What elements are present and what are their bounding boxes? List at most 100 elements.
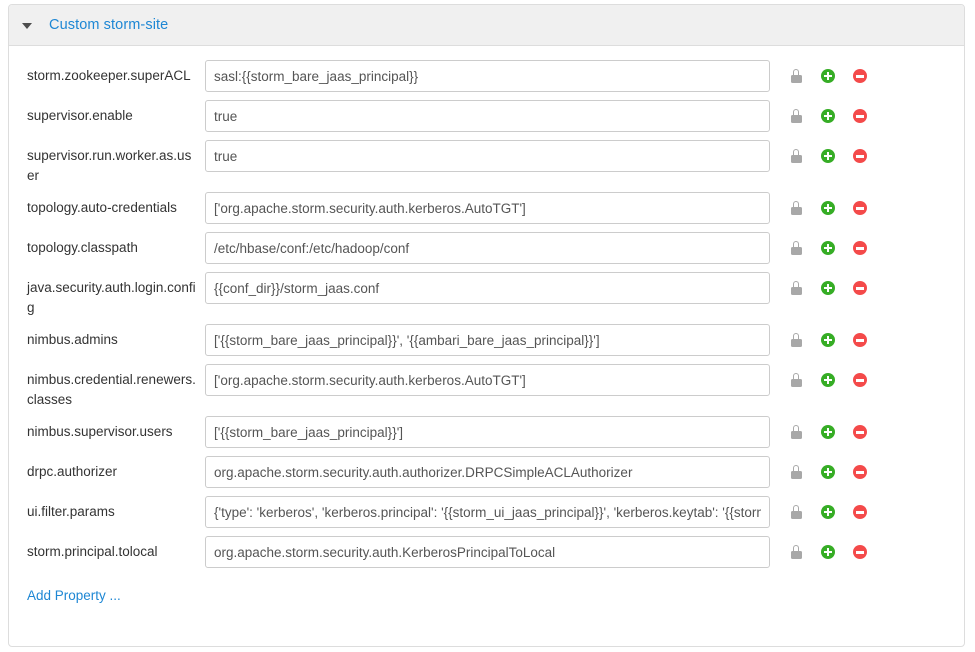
lock-slot — [780, 371, 812, 389]
lock-slot — [780, 543, 812, 561]
property-actions — [780, 100, 876, 125]
caret-down-icon[interactable] — [21, 18, 35, 32]
remove-slot — [844, 543, 876, 561]
add-circle-icon[interactable] — [821, 373, 835, 387]
property-row: nimbus.supervisor.users — [9, 416, 964, 450]
lock-slot — [780, 239, 812, 257]
add-circle-icon[interactable] — [821, 201, 835, 215]
lock-icon[interactable] — [791, 69, 802, 83]
remove-slot — [844, 331, 876, 349]
remove-slot — [844, 463, 876, 481]
property-value-wrapper — [205, 140, 770, 172]
add-property-link[interactable]: Add Property ... — [27, 588, 121, 603]
property-value-input[interactable] — [205, 232, 770, 264]
lock-slot — [780, 331, 812, 349]
lock-icon[interactable] — [791, 201, 802, 215]
remove-circle-icon[interactable] — [853, 425, 867, 439]
property-label: supervisor.run.worker.as.user — [27, 140, 205, 186]
remove-circle-icon[interactable] — [853, 505, 867, 519]
property-row: nimbus.credential.renewers.classes — [9, 364, 964, 410]
property-rows: storm.zookeeper.superACL supervisor.enabl… — [9, 60, 964, 570]
add-circle-icon[interactable] — [821, 69, 835, 83]
property-value-input[interactable] — [205, 364, 770, 396]
property-value-input[interactable] — [205, 324, 770, 356]
add-circle-icon[interactable] — [821, 241, 835, 255]
property-value-input[interactable] — [205, 60, 770, 92]
add-slot — [812, 463, 844, 481]
property-value-wrapper — [205, 456, 770, 488]
lock-slot — [780, 463, 812, 481]
add-circle-icon[interactable] — [821, 109, 835, 123]
remove-circle-icon[interactable] — [853, 149, 867, 163]
add-circle-icon[interactable] — [821, 425, 835, 439]
add-slot — [812, 239, 844, 257]
add-slot — [812, 331, 844, 349]
add-circle-icon[interactable] — [821, 333, 835, 347]
add-circle-icon[interactable] — [821, 505, 835, 519]
remove-circle-icon[interactable] — [853, 465, 867, 479]
property-label: storm.principal.tolocal — [27, 536, 205, 562]
remove-circle-icon[interactable] — [853, 373, 867, 387]
property-value-input[interactable] — [205, 192, 770, 224]
properties-list: storm.zookeeper.superACL supervisor.enabl… — [9, 46, 964, 603]
lock-icon[interactable] — [791, 545, 802, 559]
panel-header[interactable]: Custom storm-site — [9, 5, 964, 46]
remove-slot — [844, 371, 876, 389]
property-value-input[interactable] — [205, 496, 770, 528]
property-value-input[interactable] — [205, 456, 770, 488]
property-row: java.security.auth.login.config — [9, 272, 964, 318]
remove-slot — [844, 199, 876, 217]
lock-icon[interactable] — [791, 373, 802, 387]
property-row: storm.zookeeper.superACL — [9, 60, 964, 94]
add-circle-icon[interactable] — [821, 465, 835, 479]
property-value-input[interactable] — [205, 416, 770, 448]
property-label: drpc.authorizer — [27, 456, 205, 482]
property-actions — [780, 192, 876, 217]
property-label: java.security.auth.login.config — [27, 272, 205, 318]
add-circle-icon[interactable] — [821, 281, 835, 295]
remove-circle-icon[interactable] — [853, 241, 867, 255]
property-actions — [780, 324, 876, 349]
add-circle-icon[interactable] — [821, 149, 835, 163]
lock-icon[interactable] — [791, 505, 802, 519]
property-label: storm.zookeeper.superACL — [27, 60, 205, 86]
property-label: topology.auto-credentials — [27, 192, 205, 218]
custom-storm-site-panel: Custom storm-site storm.zookeeper.superA… — [8, 4, 965, 647]
property-value-input[interactable] — [205, 140, 770, 172]
property-value-wrapper — [205, 324, 770, 356]
property-actions — [780, 416, 876, 441]
property-row: supervisor.run.worker.as.user — [9, 140, 964, 186]
lock-icon[interactable] — [791, 465, 802, 479]
lock-slot — [780, 147, 812, 165]
remove-slot — [844, 147, 876, 165]
lock-icon[interactable] — [791, 109, 802, 123]
property-actions — [780, 272, 876, 297]
property-value-input[interactable] — [205, 536, 770, 568]
property-actions — [780, 496, 876, 521]
lock-slot — [780, 67, 812, 85]
lock-slot — [780, 503, 812, 521]
property-value-input[interactable] — [205, 100, 770, 132]
remove-circle-icon[interactable] — [853, 201, 867, 215]
lock-icon[interactable] — [791, 149, 802, 163]
lock-slot — [780, 199, 812, 217]
lock-icon[interactable] — [791, 333, 802, 347]
add-circle-icon[interactable] — [821, 545, 835, 559]
property-label: supervisor.enable — [27, 100, 205, 126]
remove-slot — [844, 503, 876, 521]
add-slot — [812, 147, 844, 165]
property-label: nimbus.supervisor.users — [27, 416, 205, 442]
remove-circle-icon[interactable] — [853, 333, 867, 347]
property-value-wrapper — [205, 192, 770, 224]
remove-circle-icon[interactable] — [853, 281, 867, 295]
remove-circle-icon[interactable] — [853, 109, 867, 123]
remove-circle-icon[interactable] — [853, 69, 867, 83]
lock-icon[interactable] — [791, 241, 802, 255]
property-value-input[interactable] — [205, 272, 770, 304]
remove-slot — [844, 279, 876, 297]
remove-circle-icon[interactable] — [853, 545, 867, 559]
lock-icon[interactable] — [791, 281, 802, 295]
page-title[interactable]: Custom storm-site — [49, 17, 168, 33]
lock-icon[interactable] — [791, 425, 802, 439]
property-value-wrapper — [205, 232, 770, 264]
